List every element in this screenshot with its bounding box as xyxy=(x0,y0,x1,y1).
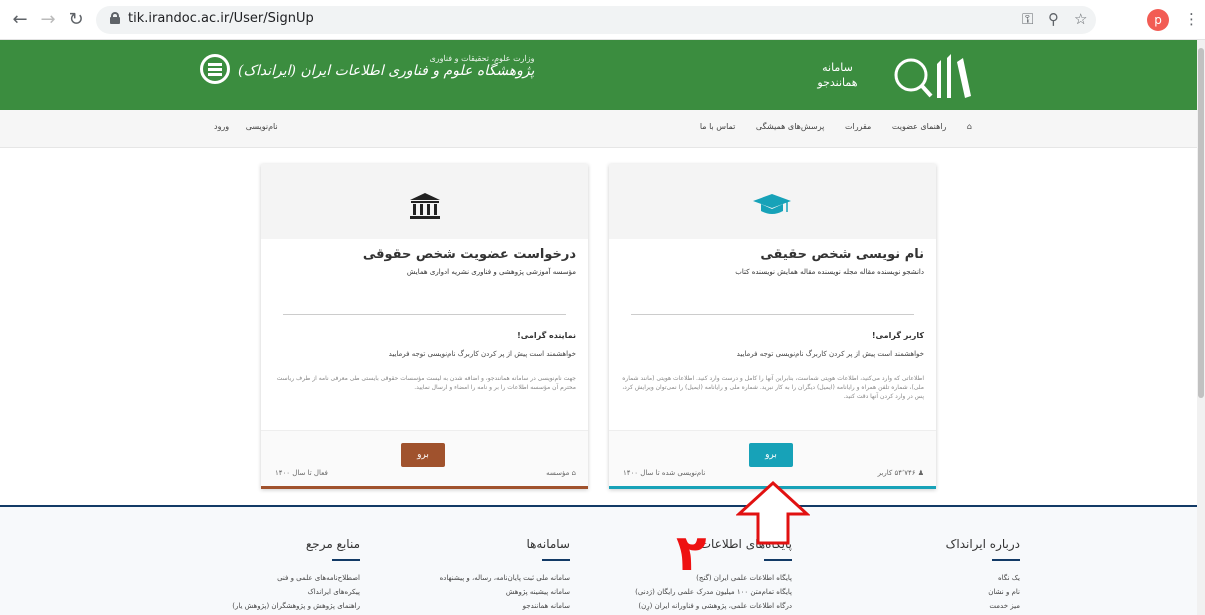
footer-link[interactable]: سامانه پیشینه پژوهش xyxy=(350,585,570,599)
back-icon[interactable]: ← xyxy=(8,8,32,32)
footer-heading: درباره ایرانداک xyxy=(945,537,1020,551)
card-subtitle: دانشجو نویسنده مقاله مجله نویسنده مقاله … xyxy=(735,268,924,276)
institution-small-icon: ⌂ xyxy=(569,469,576,477)
footer-heading: منابع مرجع xyxy=(305,537,360,551)
institution-text: مؤسسه xyxy=(546,469,570,477)
irandoc-logo-icon[interactable] xyxy=(200,54,230,84)
scrollbar-thumb[interactable] xyxy=(1198,48,1204,398)
brand-title: سامانه همانندجو xyxy=(790,60,885,90)
signup-status: نام‌نویسی شده تا سال ۱۴۰۰ xyxy=(623,469,706,477)
main-nav: ⌂ راهنمای عضویت مقررات پرسش‌های همیشگی ت… xyxy=(0,110,1197,148)
nav-item-faq[interactable]: پرسش‌های همیشگی xyxy=(756,122,824,131)
browser-toolbar: ← → ↻ tik.irandoc.ac.ir/User/SignUp ⚿ ⚲ … xyxy=(0,0,1205,40)
footer-link[interactable]: پیکره‌های ایرانداک xyxy=(140,585,360,599)
auth-links: نام‌نویسی ورود xyxy=(200,122,278,131)
reload-icon[interactable]: ↻ xyxy=(64,8,88,32)
forward-icon[interactable]: → xyxy=(36,8,60,32)
card-greeting: کاربر گرامی! xyxy=(871,331,924,340)
card-subtitle: مؤسسه آموزشی پژوهشی و فناوری نشریه ادوار… xyxy=(406,268,576,276)
card-description: جهت نام‌نویسی در سامانه همانندجو، و اضاف… xyxy=(276,375,576,391)
footer-link[interactable]: نام و نشان xyxy=(800,585,1020,599)
home-icon[interactable]: ⌂ xyxy=(967,122,972,131)
heading-underline xyxy=(332,559,360,561)
heading-underline xyxy=(992,559,1020,561)
card-title: درخواست عضویت شخص حقوقی xyxy=(362,247,576,262)
natural-go-button[interactable]: برو xyxy=(749,443,793,467)
lock-icon xyxy=(110,12,120,24)
card-header xyxy=(261,164,588,239)
card-greeting: نماینده گرامی! xyxy=(517,331,576,340)
footer-col-about: درباره ایرانداک یک نگاه نام و نشان میز خ… xyxy=(800,537,1020,613)
hamanandjoo-logo-icon[interactable] xyxy=(875,52,995,102)
card-note: خواهشمند است پیش از پر کردن کاربرگ نام‌ن… xyxy=(388,350,576,358)
legal-go-button[interactable]: برو xyxy=(401,443,445,467)
star-icon[interactable]: ☆ xyxy=(1074,10,1087,28)
nav-item-contact[interactable]: تماس با ما xyxy=(700,122,736,131)
user-icon: ♟ xyxy=(915,469,924,477)
site-header: سامانه همانندجو وزارت علوم، تحقیقات و فن… xyxy=(0,40,1197,110)
legal-person-card: درخواست عضویت شخص حقوقی مؤسسه آموزشی پژو… xyxy=(261,164,588,489)
footer-link[interactable]: اصطلاح‌نامه‌های علمی و فنی xyxy=(140,571,360,585)
irandoc-name: پژوهشگاه علوم و فناوری اطلاعات ایران (ای… xyxy=(238,63,535,79)
irandoc-brand: وزارت علوم، تحقیقات و فناوری پژوهشگاه عل… xyxy=(238,54,534,79)
institution-count: ⌂ مؤسسه xyxy=(546,469,576,477)
footer-link[interactable]: سامانه همانندجو xyxy=(350,599,570,613)
nav-item-rules[interactable]: مقررات xyxy=(845,122,871,131)
footer-heading: سامانه‌ها xyxy=(526,537,570,551)
card-note: خواهشمند است پیش از پر کردن کاربرگ نام‌ن… xyxy=(736,350,924,358)
footer-link[interactable]: درگاه اطلاعات علمی، پژوهشی و فناورانه ای… xyxy=(572,599,792,613)
card-footer: برو نام‌نویسی شده تا سال ۱۴۰۰ ♟ ۵۴٬۷۴۶ ک… xyxy=(609,430,936,486)
signup-link[interactable]: نام‌نویسی xyxy=(246,122,278,131)
site-footer: درباره ایرانداک یک نگاه نام و نشان میز خ… xyxy=(0,507,1197,615)
user-count-text: ۵۴٬۷۴۶ کاربر xyxy=(877,469,916,477)
login-link[interactable]: ورود xyxy=(214,122,229,131)
brand-line-2: همانندجو xyxy=(817,76,858,89)
footer-col-systems: سامانه‌ها سامانه ملی ثبت پایان‌نامه، رسا… xyxy=(350,537,570,613)
brand-line-1: سامانه xyxy=(822,61,853,74)
nav-links: ⌂ راهنمای عضویت مقررات پرسش‌های همیشگی ت… xyxy=(682,122,972,131)
zoom-icon[interactable]: ⚲ xyxy=(1048,10,1059,28)
profile-avatar[interactable]: p xyxy=(1147,9,1169,31)
up-arrow-annotation-icon xyxy=(736,480,810,545)
active-status: فعال تا سال ۱۴۰۰ xyxy=(275,469,328,477)
url-text: tik.irandoc.ac.ir/User/SignUp xyxy=(128,11,314,26)
footer-link[interactable]: میز خدمت xyxy=(800,599,1020,613)
nav-item-guide[interactable]: راهنمای عضویت xyxy=(892,122,947,131)
menu-icon[interactable]: ⋮ xyxy=(1184,10,1199,28)
step-number-annotation: ۲ xyxy=(676,524,707,582)
heading-underline xyxy=(764,559,792,561)
card-footer: برو فعال تا سال ۱۴۰۰ ⌂ مؤسسه xyxy=(261,430,588,486)
card-title: نام نویسی شخص حقیقی xyxy=(760,247,924,262)
divider xyxy=(631,314,914,315)
card-description: اطلاعاتی که وارد می‌کنید، اطلاعات هویتی … xyxy=(622,375,924,400)
natural-person-card: نام نویسی شخص حقیقی دانشجو نویسنده مقاله… xyxy=(609,164,936,489)
heading-underline xyxy=(542,559,570,561)
footer-link[interactable]: یک نگاه xyxy=(800,571,1020,585)
footer-link[interactable]: سامانه ملی ثبت پایان‌نامه، رساله، و پیشن… xyxy=(350,571,570,585)
card-header xyxy=(609,164,936,239)
graduation-cap-icon xyxy=(753,194,791,214)
institution-icon xyxy=(410,193,440,219)
footer-col-references: منابع مرجع اصطلاح‌نامه‌های علمی و فنی پی… xyxy=(140,537,360,613)
footer-link[interactable]: راهنمای پژوهش و پژوهشگران (پژوهش یار) xyxy=(140,599,360,613)
footer-link[interactable]: پایگاه تمام‌متن ۱۰۰ میلیون مدرک علمی رای… xyxy=(572,585,792,599)
divider xyxy=(283,314,566,315)
user-count: ♟ ۵۴٬۷۴۶ کاربر xyxy=(878,469,924,477)
key-icon[interactable]: ⚿ xyxy=(1022,10,1033,28)
ministry-text: وزارت علوم، تحقیقات و فناوری xyxy=(429,54,535,63)
